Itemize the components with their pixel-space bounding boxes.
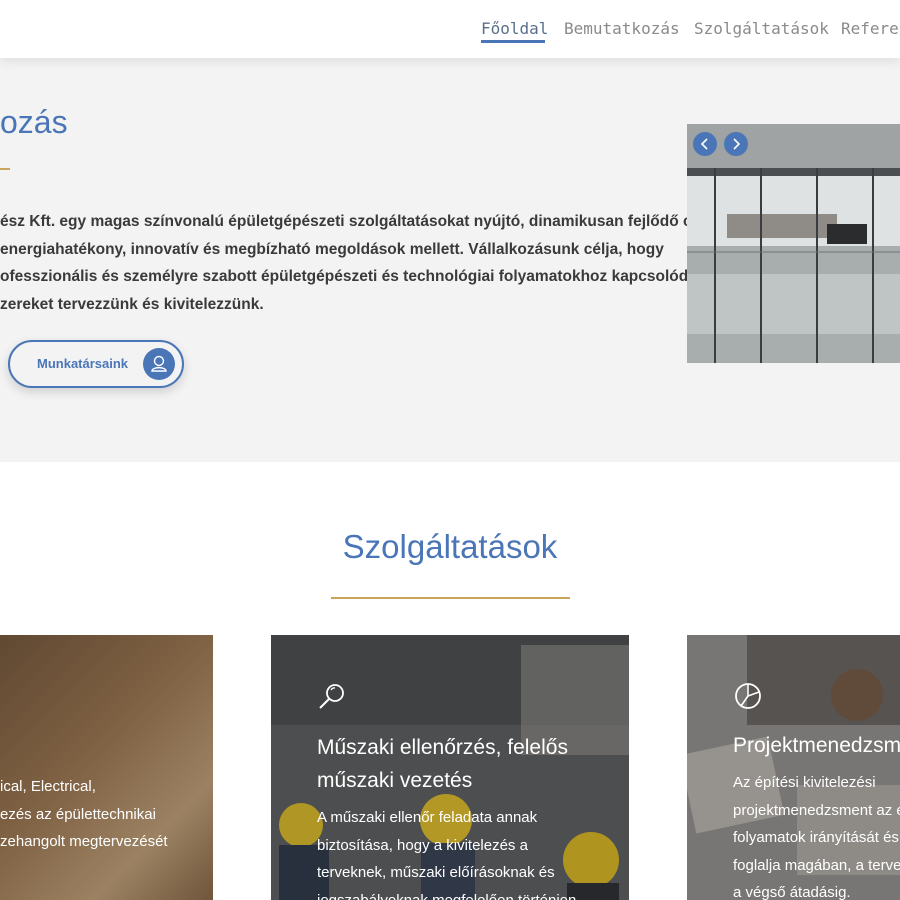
service-card-text: A műszaki ellenőr feladata annak biztosí… <box>317 804 576 900</box>
card-text-line: projektmenedzsment az é <box>733 801 900 819</box>
card-heading-line: Műszaki ellenőrzés, felelős <box>317 736 568 759</box>
chevron-left-icon <box>700 138 708 150</box>
nav-item-referenciak[interactable]: Referen <box>841 19 900 38</box>
service-card-text: ical, Electrical, ezés az épülettechnika… <box>0 773 168 856</box>
intro-title: ozás <box>0 104 68 140</box>
image-slider[interactable] <box>687 124 900 363</box>
service-card[interactable]: Műszaki ellenőrzés, felelős műszaki veze… <box>271 635 629 900</box>
card-text-line: biztosítása, hogy a kivitelezés a <box>317 836 528 854</box>
intro-line: ész Kft. egy magas színvonalú épületgépé… <box>0 213 715 230</box>
card-image-overlay <box>0 635 213 900</box>
team-members-button[interactable]: Munkatársaink <box>8 340 184 388</box>
slider-prev-button[interactable] <box>693 132 717 156</box>
store-interior-image <box>687 124 900 363</box>
card-text-line: jogszabályoknak megfelelően történjen <box>317 891 577 900</box>
search-icon <box>317 681 347 716</box>
services-title-divider <box>331 597 570 599</box>
card-text-line: zehangolt megtervezését <box>0 833 168 850</box>
card-text-line: folyamatok irányítását és <box>733 829 899 846</box>
card-heading-line: műszaki vezetés <box>317 769 473 792</box>
team-members-button-label: Munkatársaink <box>37 356 129 371</box>
intro-line: ofesszionális és személyre szabott épüle… <box>0 268 698 285</box>
nav-item-bemutatkozas[interactable]: Bemutatkozás <box>564 19 680 38</box>
card-text-line: Az építési kivitelezési <box>733 774 876 791</box>
service-card-heading: Projektmenedzsment <box>733 729 900 762</box>
top-navigation: Főoldal Bemutatkozás Szolgáltatások Refe… <box>0 0 900 58</box>
chevron-right-icon <box>733 138 741 150</box>
active-nav-underline <box>481 40 545 43</box>
intro-line: energiahatékony, innovatív és megbízható… <box>0 240 664 258</box>
card-text-line: A műszaki ellenőr feladata annak <box>317 809 538 826</box>
card-heading-line: Projektmenedzsment <box>733 734 900 757</box>
intro-line: zereket tervezzünk és kivitelezzünk. <box>0 295 264 313</box>
nav-item-szolgaltatasok[interactable]: Szolgáltatások <box>694 19 829 38</box>
intro-paragraph: ész Kft. egy magas színvonalú épületgépé… <box>0 208 715 318</box>
service-card-text: Az építési kivitelezési projektmenedzsme… <box>733 769 900 900</box>
services-title: Szolgáltatások <box>342 528 558 565</box>
intro-title-divider <box>0 168 10 170</box>
card-text-line: ical, Electrical, <box>0 778 96 795</box>
service-card-heading: Műszaki ellenőrzés, felelős műszaki veze… <box>317 731 568 797</box>
service-card[interactable]: ical, Electrical, ezés az épülettechnika… <box>0 635 213 900</box>
card-text-line: a végső átadásig. <box>733 884 851 900</box>
card-text-line: ezés az épülettechnikai <box>0 805 156 823</box>
card-text-line: terveknek, műszaki előírásoknak és <box>317 864 555 881</box>
user-icon <box>143 348 175 380</box>
service-card[interactable]: Projektmenedzsment Az építési kivitelezé… <box>687 635 900 900</box>
pie-chart-icon <box>733 681 763 716</box>
card-text-line: foglalja magában, a terve <box>733 856 900 874</box>
nav-item-fooldal[interactable]: Főoldal <box>481 19 548 38</box>
slider-next-button[interactable] <box>724 132 748 156</box>
